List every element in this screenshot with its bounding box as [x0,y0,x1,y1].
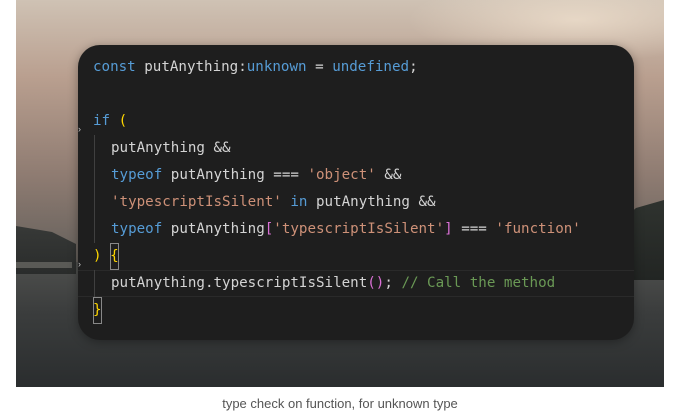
close-brace: } [93,297,102,324]
open-paren: ( [118,113,128,129]
code-line-7: typeof putAnything['typescriptIsSilent']… [78,216,581,243]
code-line-10: } [78,297,102,324]
value-undefined: undefined [332,59,410,75]
string-literal: 'typescriptIsSilent' [273,221,445,237]
pier [16,262,72,268]
condition-text: putAnything && [307,194,436,210]
semicolon: ; [384,275,402,291]
type-annotation: unknown [246,59,307,75]
keyword-typeof: typeof [111,221,163,237]
code-line-8: ) { [78,243,119,270]
method-call: putAnything.typescriptIsSilent [111,275,368,291]
image-caption: type check on function, for unknown type [222,396,458,411]
condition-text: putAnything === [162,167,308,183]
semicolon: ; [409,59,418,75]
code-line-1: const putAnything:unknown = undefined; [78,54,418,81]
code-line-4: putAnything && [78,135,231,162]
open-bracket: [ [264,221,274,237]
keyword-typeof: typeof [111,167,163,183]
background-photo: › › const putAnything:unknown = undefine… [16,0,664,387]
string-literal: 'function' [495,221,581,237]
code-comment: // Call the method [401,275,556,291]
keyword-in: in [281,194,308,210]
open-brace: { [110,243,119,270]
condition-text: putAnything [162,221,265,237]
string-literal: 'typescriptIsSilent' [111,194,282,210]
strict-equal-operator: === [452,221,496,237]
code-line-5: typeof putAnything === 'object' && [78,162,401,189]
code-line-3: if ( [78,108,127,135]
code-snippet-card: › › const putAnything:unknown = undefine… [78,45,634,340]
close-bracket: ] [444,221,453,237]
and-operator: && [375,167,402,183]
close-paren: ) [93,248,102,264]
keyword-if: if [93,113,111,129]
string-literal: 'object' [307,167,376,183]
keyword-const: const [93,59,136,75]
call-parens: () [367,275,385,291]
code-line-6: 'typescriptIsSilent' in putAnything && [78,189,436,216]
assign-operator: = [306,59,333,75]
code-line-9: putAnything.typescriptIsSilent(); // Cal… [78,270,555,297]
condition-text: putAnything && [111,140,231,156]
variable-name: putAnything: [135,59,247,75]
